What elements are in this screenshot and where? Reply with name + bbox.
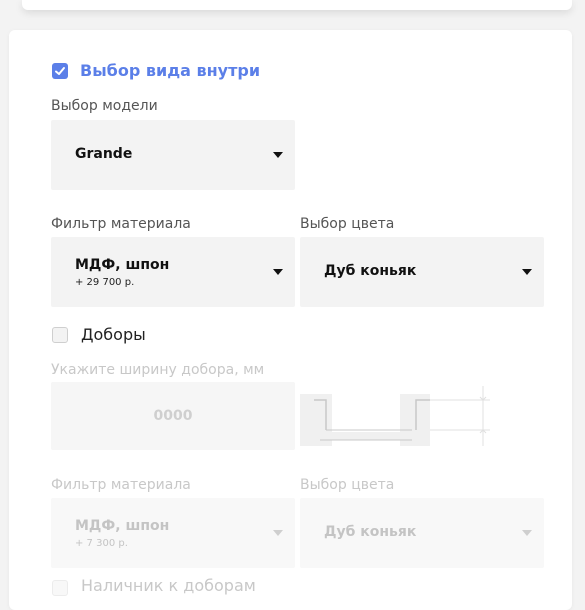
extensions-checkbox[interactable] <box>52 327 68 343</box>
material-select-value: МДФ, шпон <box>75 257 170 273</box>
color-select[interactable]: Дуб коньяк <box>300 237 544 307</box>
extensions-label: Доборы <box>81 325 146 344</box>
color-label: Выбор цвета <box>300 216 395 232</box>
extension-color-value: Дуб коньяк <box>324 524 417 540</box>
extension-color-label: Выбор цвета <box>300 477 395 493</box>
casing-label: Наличник к доборам <box>81 576 256 595</box>
previous-card <box>22 0 572 10</box>
extension-color-select[interactable]: Дуб коньяк <box>300 498 544 568</box>
extension-material-label: Фильтр материала <box>51 477 191 493</box>
chevron-down-icon <box>273 530 283 536</box>
inner-view-checkbox[interactable] <box>52 63 68 79</box>
extension-diagram <box>300 386 490 446</box>
chevron-down-icon <box>522 530 532 536</box>
extension-material-select[interactable]: МДФ, шпон + 7 300 р. <box>51 498 295 568</box>
material-select[interactable]: МДФ, шпон + 29 700 р. <box>51 237 295 307</box>
chevron-down-icon <box>273 152 283 158</box>
model-label: Выбор модели <box>51 98 158 114</box>
material-price: + 29 700 р. <box>75 277 135 288</box>
model-select-value: Grande <box>75 146 133 162</box>
extension-material-price: + 7 300 р. <box>75 538 128 549</box>
material-label: Фильтр материала <box>51 216 191 232</box>
model-select[interactable]: Grande <box>51 120 295 190</box>
extension-width-label: Укажите ширину добора, мм <box>51 362 265 378</box>
check-icon <box>55 67 65 75</box>
extension-material-value: МДФ, шпон <box>75 518 170 534</box>
color-select-value: Дуб коньяк <box>324 263 417 279</box>
chevron-down-icon <box>522 269 532 275</box>
casing-checkbox[interactable] <box>52 580 68 596</box>
chevron-down-icon <box>273 269 283 275</box>
inner-view-title: Выбор вида внутри <box>80 61 261 80</box>
inner-view-card: Выбор вида внутри Выбор модели Grande Фи… <box>9 30 572 610</box>
extension-width-input[interactable]: 0000 <box>51 382 295 450</box>
